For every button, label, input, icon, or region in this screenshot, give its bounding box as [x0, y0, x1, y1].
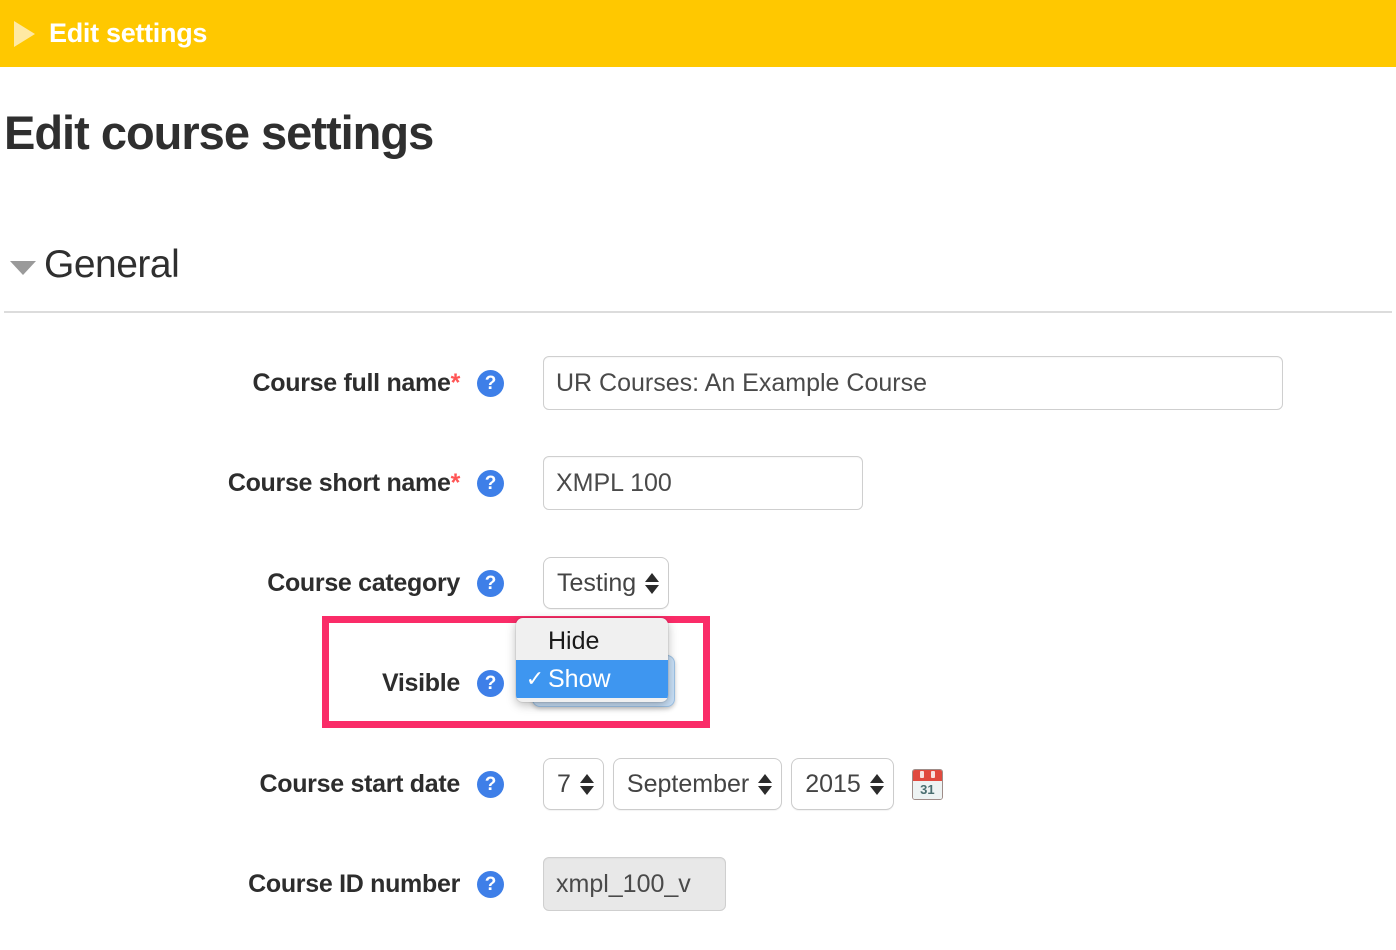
checkmark-icon: ✓ [525, 666, 545, 691]
start-date-month-select[interactable]: September [612, 758, 783, 810]
form-row-course-category: Course category ? Testing [0, 555, 670, 611]
calendar-icon-number: 31 [912, 780, 942, 799]
label-course-full-name: Course full name* [0, 368, 461, 398]
help-icon-course-id-number[interactable]: ? [477, 870, 504, 898]
required-marker: * [450, 468, 461, 497]
label-course-start-date: Course start date [259, 769, 460, 798]
course-category-select-value: Testing [557, 568, 637, 597]
visible-dropdown-menu[interactable]: Hide ✓ Show [516, 618, 668, 702]
field-course-category: Testing [543, 557, 670, 609]
stepper-arrows-icon [579, 769, 594, 799]
form-row-course-start-date: Course start date ? 7 September 2015 31 [0, 756, 943, 812]
form-row-course-short-name: Course short name* ? XMPL 100 [0, 455, 863, 511]
required-marker: * [450, 368, 461, 397]
help-icon-course-full-name[interactable]: ? [477, 369, 504, 397]
start-date-day-value: 7 [557, 769, 571, 798]
help-icon-course-short-name[interactable]: ? [477, 469, 504, 497]
dropdown-option-show-label: Show [548, 664, 611, 693]
dropdown-option-hide-label: Hide [548, 626, 600, 655]
dropdown-option-hide[interactable]: Hide [516, 622, 668, 660]
course-full-name-input[interactable]: UR Courses: An Example Course [543, 356, 1283, 410]
dropdown-option-show[interactable]: ✓ Show [516, 660, 668, 698]
course-id-number-input[interactable]: xmpl_100_v [543, 857, 726, 911]
form-row-course-full-name: Course full name* ? UR Courses: An Examp… [0, 355, 1283, 411]
course-short-name-input[interactable]: XMPL 100 [543, 456, 863, 510]
course-category-select[interactable]: Testing [543, 557, 670, 609]
calendar-icon[interactable]: 31 [911, 768, 943, 800]
label-course-short-name: Course short name* [0, 469, 460, 498]
field-course-start-date: 7 September 2015 31 [543, 758, 943, 810]
form-row-course-id-number: Course ID number ? xmpl_100_v [0, 856, 726, 912]
help-icon-course-start-date[interactable]: ? [477, 770, 504, 798]
stepper-arrows-icon [758, 769, 773, 799]
start-date-day-select[interactable]: 7 [543, 758, 604, 810]
field-course-full-name: UR Courses: An Example Course [543, 356, 1283, 410]
start-date-year-select[interactable]: 2015 [791, 758, 894, 810]
start-date-year-value: 2015 [805, 769, 861, 798]
stepper-arrows-icon [645, 568, 660, 598]
label-course-id-number: Course ID number [248, 869, 460, 898]
label-course-full-name-text: Course full name [252, 368, 451, 397]
label-course-category: Course category [267, 568, 460, 597]
field-course-id-number: xmpl_100_v [543, 857, 726, 911]
stepper-arrows-icon [869, 769, 884, 799]
course-settings-form: Course full name* ? UR Courses: An Examp… [0, 0, 1396, 950]
start-date-month-value: September [626, 769, 750, 798]
help-icon-course-category[interactable]: ? [477, 569, 504, 597]
field-course-short-name: XMPL 100 [543, 456, 863, 510]
label-course-short-name-text: Course short name [227, 468, 451, 497]
